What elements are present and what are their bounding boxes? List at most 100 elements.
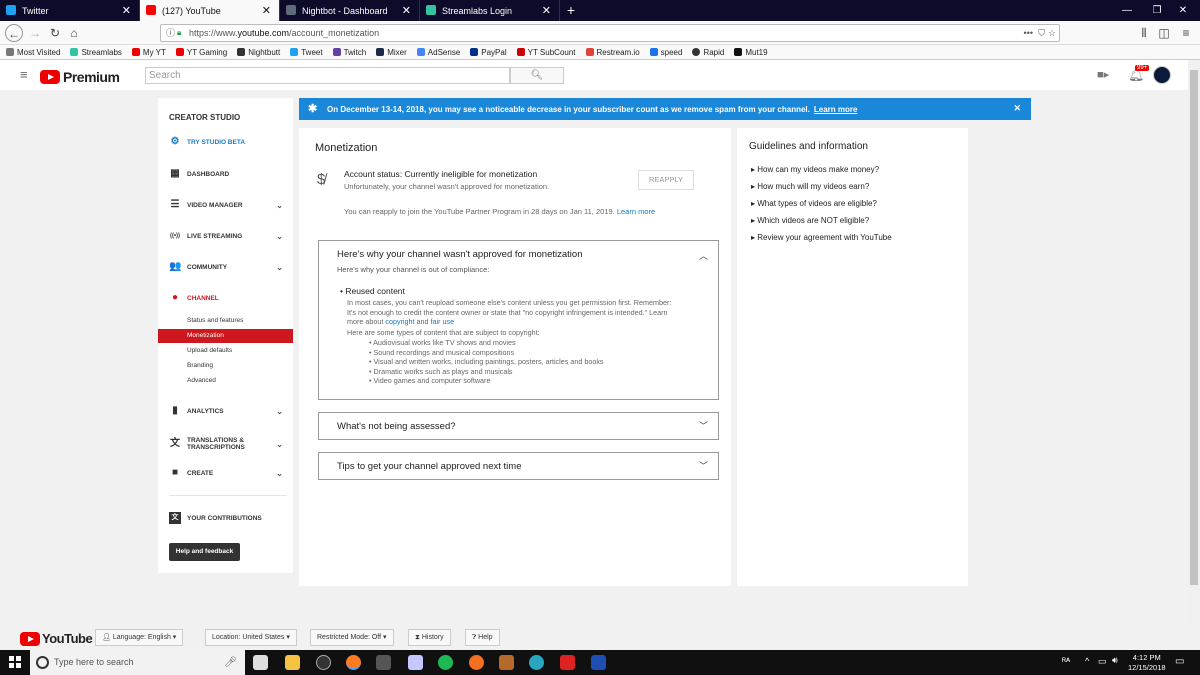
guideline-question[interactable]: ▸ How much will my videos earn? — [751, 182, 869, 191]
location-button[interactable]: Location: United States ▾ — [205, 629, 297, 646]
sidebar-item-live-streaming[interactable]: ((•)) LIVE STREAMING ⌄ — [158, 228, 293, 244]
scrollbar-thumb[interactable] — [1190, 70, 1198, 585]
bookmark-nightbutt[interactable]: Nightbutt — [237, 48, 280, 57]
sidebar-item-contributions[interactable]: 文 YOUR CONTRIBUTIONS — [158, 510, 293, 526]
app-icon[interactable] — [408, 655, 423, 670]
spotify-icon[interactable] — [438, 655, 453, 670]
bookmark-yt-subcount[interactable]: YT SubCount — [516, 48, 576, 57]
banner-learn-more-link[interactable]: Learn more — [814, 105, 858, 114]
tab-nightbot[interactable]: Nightbot - Dashboard ✕ — [280, 0, 420, 21]
app-icon[interactable] — [560, 655, 575, 670]
help-feedback-button[interactable]: Help and feedback — [169, 543, 240, 561]
back-icon[interactable]: ← — [5, 24, 23, 42]
language-button[interactable]: 👤︎ Language: English ▾ — [95, 629, 184, 646]
upload-video-icon[interactable]: ■▸ — [1097, 68, 1109, 81]
store-icon[interactable] — [253, 655, 268, 670]
sidebar-item-try-beta[interactable]: ⚙ TRY STUDIO BETA — [158, 134, 293, 150]
notifications-icon[interactable]: ▭ — [1175, 656, 1184, 667]
sidebar-item-dashboard[interactable]: ▦ DASHBOARD — [158, 166, 293, 182]
sidebar-sub-upload-defaults[interactable]: Upload defaults — [158, 344, 293, 358]
search-button[interactable]: 🔍︎ — [510, 67, 564, 84]
tab-streamlabs[interactable]: Streamlabs Login ✕ — [420, 0, 560, 21]
hamburger-menu-icon[interactable]: ≡ — [20, 67, 28, 82]
bookmark-adsense[interactable]: AdSense — [416, 48, 460, 57]
chevron-down-icon[interactable]: ⌄ — [276, 469, 283, 478]
tab-twitter[interactable]: Twitter ✕ — [0, 0, 140, 21]
youtube-premium-logo[interactable]: Premium — [40, 69, 120, 85]
minimize-icon[interactable]: — — [1110, 0, 1144, 21]
chevron-down-icon[interactable]: ﹀ — [699, 419, 708, 432]
forward-icon[interactable]: → — [26, 24, 44, 42]
tab-youtube[interactable]: (127) YouTube ✕ — [140, 0, 280, 21]
volume-icon[interactable]: 🔊︎ — [1112, 655, 1118, 666]
pocket-icon[interactable]: ⛉ — [1038, 25, 1045, 41]
copyright-link[interactable]: copyright — [385, 317, 414, 326]
bookmark-restream[interactable]: Restream.io — [585, 48, 640, 57]
tray-chevron-icon[interactable]: ^ — [1085, 656, 1089, 666]
panel-title[interactable]: Here's why your channel wasn't approved … — [337, 249, 582, 260]
guideline-question[interactable]: ▸ Which videos are NOT eligible? — [751, 216, 869, 225]
bookmark-speed[interactable]: speed — [649, 48, 682, 57]
taskbar-clock[interactable]: 4:12 PM 12/15/2018 — [1128, 653, 1166, 673]
chevron-down-icon[interactable]: ⌄ — [276, 201, 283, 210]
app-icon[interactable] — [591, 655, 606, 670]
fair-use-link[interactable]: fair use — [431, 317, 455, 326]
more-icon[interactable]: ••• — [1024, 25, 1033, 41]
file-explorer-icon[interactable] — [285, 655, 300, 670]
obs-icon[interactable] — [316, 655, 331, 670]
bookmark-most-visited[interactable]: Most Visited — [6, 48, 60, 57]
chevron-up-icon[interactable]: ︿ — [699, 249, 708, 262]
microphone-icon[interactable]: 🎤︎ — [224, 650, 237, 675]
sidebar-item-video-manager[interactable]: ☰ VIDEO MANAGER ⌄ — [158, 197, 293, 213]
network-icon[interactable]: ▭ — [1098, 656, 1107, 667]
close-tab-icon[interactable]: ✕ — [402, 4, 411, 17]
close-tab-icon[interactable]: ✕ — [122, 4, 131, 17]
chevron-down-icon[interactable]: ﹀ — [699, 459, 708, 472]
help-button[interactable]: ❓︎ Help — [465, 629, 500, 646]
info-icon[interactable]: ⓘ — [166, 25, 175, 41]
restream-app-icon[interactable] — [469, 655, 484, 670]
guideline-question[interactable]: ▸ How can my videos make money? — [751, 165, 879, 174]
bookmark-rapid[interactable]: Rapid — [692, 48, 724, 57]
menu-icon[interactable]: ≡ — [1177, 24, 1195, 42]
sidebar-sub-status[interactable]: Status and features — [158, 314, 293, 328]
url-bar[interactable]: ⓘ 🔒︎ https://www.youtube.com/account_mon… — [160, 24, 1060, 42]
chevron-down-icon[interactable]: ⌄ — [276, 232, 283, 241]
sidebar-icon[interactable]: ◫ — [1155, 24, 1173, 42]
sidebar-item-community[interactable]: 👥 COMMUNITY ⌄ — [158, 259, 293, 275]
bookmark-my-yt[interactable]: My YT — [131, 48, 166, 57]
new-tab-button[interactable]: + — [560, 0, 582, 21]
close-tab-icon[interactable]: ✕ — [542, 4, 551, 17]
app-icon[interactable] — [529, 655, 544, 670]
bookmark-paypal[interactable]: PayPal — [470, 48, 507, 57]
avatar[interactable] — [1153, 66, 1171, 84]
bookmark-mut19[interactable]: Mut19 — [734, 48, 768, 57]
close-tab-icon[interactable]: ✕ — [262, 4, 271, 17]
windows-start-icon[interactable] — [9, 656, 21, 668]
bookmark-streamlabs[interactable]: Streamlabs — [70, 48, 122, 57]
sidebar-item-channel[interactable]: ● CHANNEL — [158, 290, 293, 306]
star-bookmark-icon[interactable]: ☆ — [1048, 25, 1056, 41]
panel-not-assessed[interactable]: What's not being assessed? ﹀ — [318, 412, 719, 440]
taskbar-search-input[interactable]: Type here to search 🎤︎ — [30, 650, 245, 675]
guideline-question[interactable]: ▸ What types of videos are eligible? — [751, 199, 877, 208]
close-window-icon[interactable]: ✕ — [1166, 0, 1200, 21]
chevron-down-icon[interactable]: ⌄ — [276, 263, 283, 272]
guideline-question[interactable]: ▸ Review your agreement with YouTube — [751, 233, 892, 242]
firefox-icon[interactable] — [346, 655, 361, 670]
app-icon[interactable] — [499, 655, 514, 670]
bookmark-mixer[interactable]: Mixer — [376, 48, 407, 57]
bookmark-tweet[interactable]: Tweet — [290, 48, 323, 57]
home-icon[interactable]: ⌂ — [65, 24, 83, 42]
note-learn-more-link[interactable]: Learn more — [617, 207, 655, 216]
chevron-down-icon[interactable]: ⌄ — [276, 440, 283, 449]
sidebar-sub-advanced[interactable]: Advanced — [158, 374, 293, 388]
nvidia-icon[interactable] — [376, 655, 391, 670]
library-icon[interactable]: ⫴ — [1135, 24, 1153, 42]
chevron-down-icon[interactable]: ⌄ — [276, 407, 283, 416]
sidebar-item-analytics[interactable]: ▮ ANALYTICS ⌄ — [158, 403, 293, 419]
reload-icon[interactable]: ↻ — [46, 24, 64, 42]
bookmark-yt-gaming[interactable]: YT Gaming — [175, 48, 227, 57]
sidebar-sub-branding[interactable]: Branding — [158, 359, 293, 373]
youtube-footer-logo[interactable]: YouTube — [20, 631, 93, 646]
